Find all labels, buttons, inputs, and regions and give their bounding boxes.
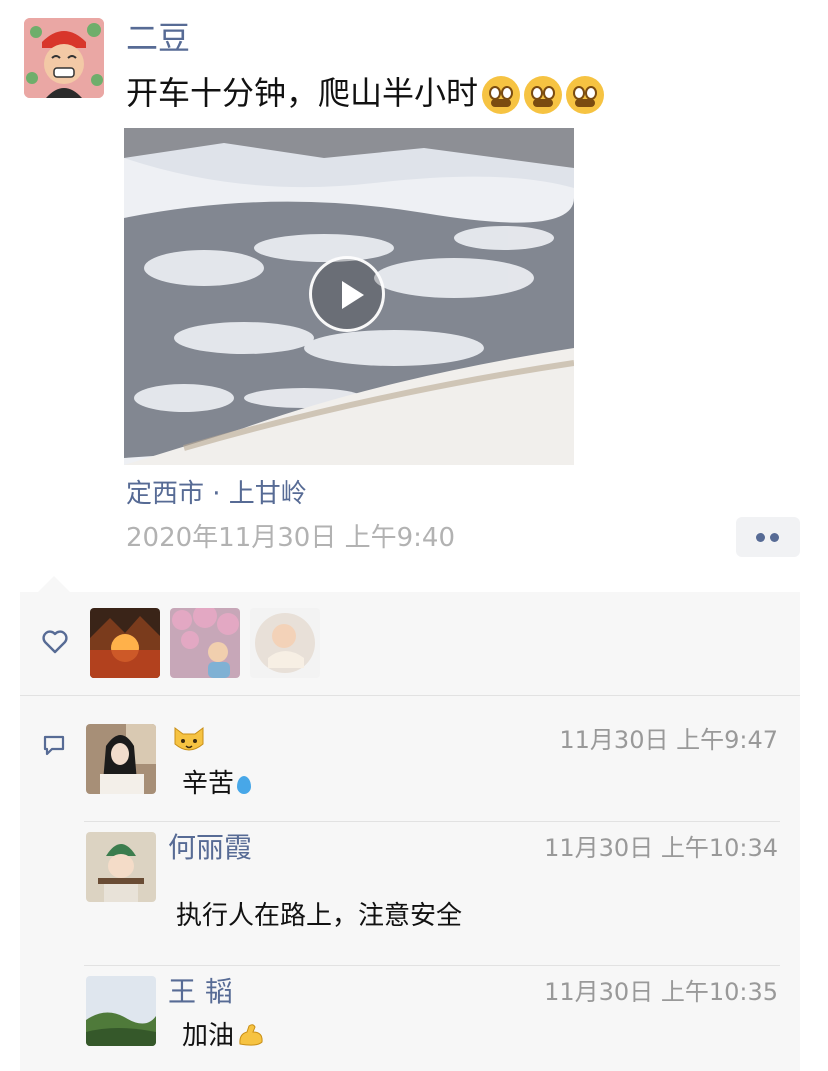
comment-icon [43, 735, 65, 756]
post-author-name[interactable]: 二豆 [126, 16, 190, 60]
comment-divider [84, 821, 780, 822]
author-avatar[interactable] [24, 18, 104, 98]
cat-face-icon [174, 727, 204, 751]
like-avatar-1[interactable] [90, 608, 160, 678]
video-thumbnail[interactable] [124, 128, 574, 465]
comment-avatar-1[interactable] [86, 724, 156, 794]
panel-caret [38, 576, 70, 592]
comment-text-1: 辛苦 [182, 764, 252, 804]
comment-author-2[interactable]: 何丽霞 [168, 828, 252, 868]
play-icon [342, 281, 364, 309]
grimacing-face-icon [566, 76, 605, 114]
more-dot-icon [756, 533, 765, 542]
comment-text-2: 执行人在路上，注意安全 [176, 901, 463, 931]
play-button[interactable] [309, 256, 385, 332]
comment-divider [84, 965, 780, 966]
comment-avatar-3[interactable] [86, 976, 156, 1046]
comment-text-3-content: 加油 [182, 1021, 235, 1051]
comment-text-3: 加油 [182, 1016, 265, 1056]
flexed-biceps-icon [237, 1020, 265, 1046]
more-dot-icon [770, 533, 779, 542]
comment-author-3[interactable]: 王 韬 [168, 972, 233, 1012]
comment-text-1-content: 辛苦 [182, 769, 235, 799]
like-avatar-3[interactable] [250, 608, 320, 678]
comment-time-1: 11月30日 上午9:47 [559, 726, 778, 754]
post-text-content: 开车十分钟，爬山半小时 [126, 74, 479, 112]
grimacing-face-icon [482, 76, 521, 114]
post-timestamp: 2020年11月30日 上午9:40 [126, 523, 455, 553]
heart-icon [42, 630, 68, 654]
location-link[interactable]: 定西市 · 上甘岭 [126, 474, 307, 514]
comment-time-3: 11月30日 上午10:35 [544, 978, 778, 1006]
grimacing-face-icon [524, 76, 563, 114]
likes-comments-divider [20, 695, 800, 696]
comment-time-2: 11月30日 上午10:34 [544, 834, 778, 862]
post-text: 开车十分钟，爬山半小时 [126, 70, 605, 116]
more-options-button[interactable] [736, 517, 800, 557]
sweat-droplets-icon [237, 776, 252, 794]
like-avatar-2[interactable] [170, 608, 240, 678]
comment-avatar-2[interactable] [86, 832, 156, 902]
